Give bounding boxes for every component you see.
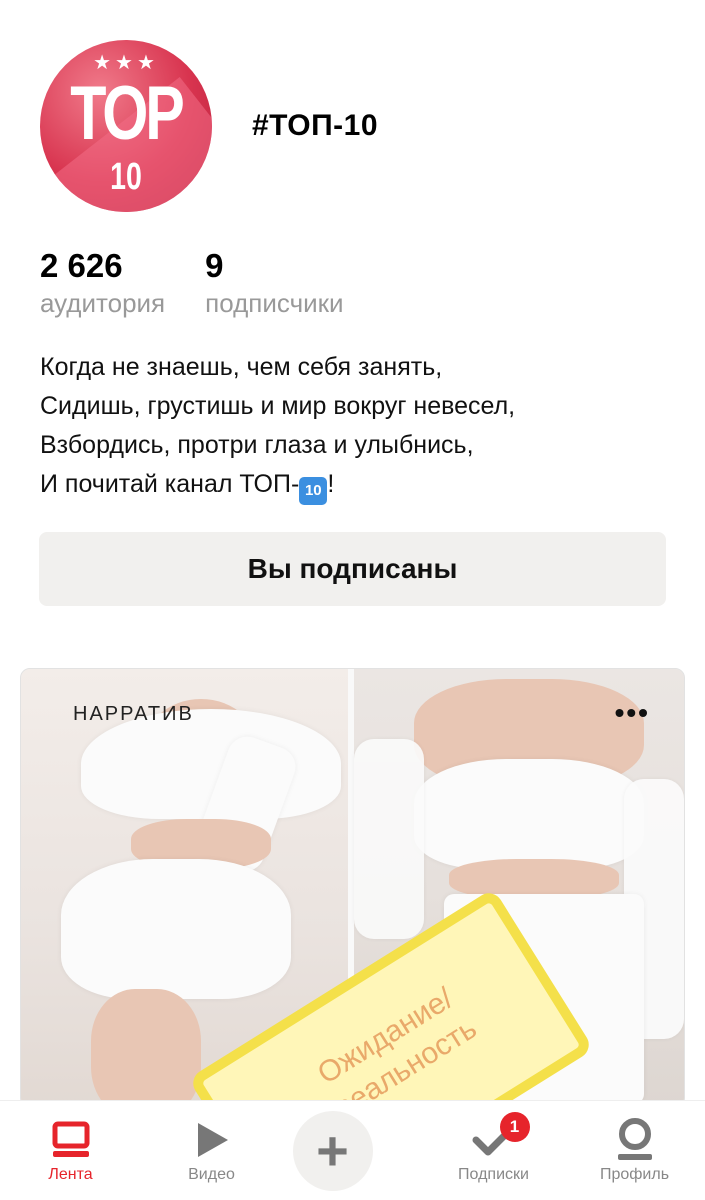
nav-item-feed[interactable]: Лента (11, 1118, 131, 1184)
stat-value: 9 (205, 247, 224, 284)
profile-icon (575, 1117, 695, 1162)
channel-description: Когда не знаешь, чем себя занять, Сидишь… (40, 348, 670, 505)
stat-label: аудитория (40, 288, 166, 318)
notification-badge: 1 (499, 1111, 530, 1142)
stat-label: подписчики (205, 288, 344, 318)
nav-item-subscriptions[interactable]: 1 Подписки (434, 1111, 554, 1184)
channel-title: #ТОП-10 (252, 108, 379, 142)
bottom-navigation: Лента Видео + 1 Подписки Профиль (0, 1100, 705, 1200)
nav-item-create[interactable]: + (292, 1110, 413, 1191)
description-line: Взбордись, протри глаза и улыбнись, (40, 431, 474, 459)
description-text: И почитай канал ТОП- (40, 470, 300, 498)
plus-icon: + (292, 1110, 373, 1191)
nav-label: Видео (188, 1165, 235, 1183)
article-card[interactable]: Ожидание/ реальность НАРРАТИВ ••• (20, 668, 685, 1108)
check-icon (434, 1118, 554, 1162)
card-tag: НАРРАТИВ (73, 703, 194, 725)
nav-item-profile[interactable]: Профиль (575, 1117, 695, 1184)
channel-header: ★★★ TOP 10 #ТОП-10 (40, 38, 378, 213)
more-options-icon[interactable]: ••• (615, 697, 650, 729)
nav-label: Лента (48, 1165, 93, 1183)
stat-audience: 2 626 аудитория (40, 246, 165, 320)
avatar-number: 10 (110, 155, 142, 198)
description-line: И почитай канал ТОП- 10! (40, 465, 670, 505)
channel-stats: 2 626 аудитория 9 подписчики (40, 246, 384, 320)
stat-value: 2 626 (40, 247, 123, 284)
feed-icon (11, 1118, 131, 1162)
nav-label: Подписки (458, 1165, 529, 1183)
nav-item-video[interactable]: Видео (152, 1118, 272, 1184)
subscribed-button[interactable]: Вы подписаны (39, 532, 666, 606)
avatar-top-word: TOP (70, 70, 185, 156)
description-text: ! (327, 470, 335, 498)
keycap-ten-icon: 10 (299, 477, 328, 505)
play-icon (152, 1118, 272, 1162)
description-line: Сидишь, грустишь и мир вокруг невесел, (40, 392, 516, 420)
description-line: Когда не знаешь, чем себя занять, (40, 353, 443, 381)
channel-avatar[interactable]: ★★★ TOP 10 (40, 39, 212, 212)
nav-label: Профиль (599, 1165, 670, 1183)
stat-subscribers[interactable]: 9 подписчики (205, 246, 343, 320)
